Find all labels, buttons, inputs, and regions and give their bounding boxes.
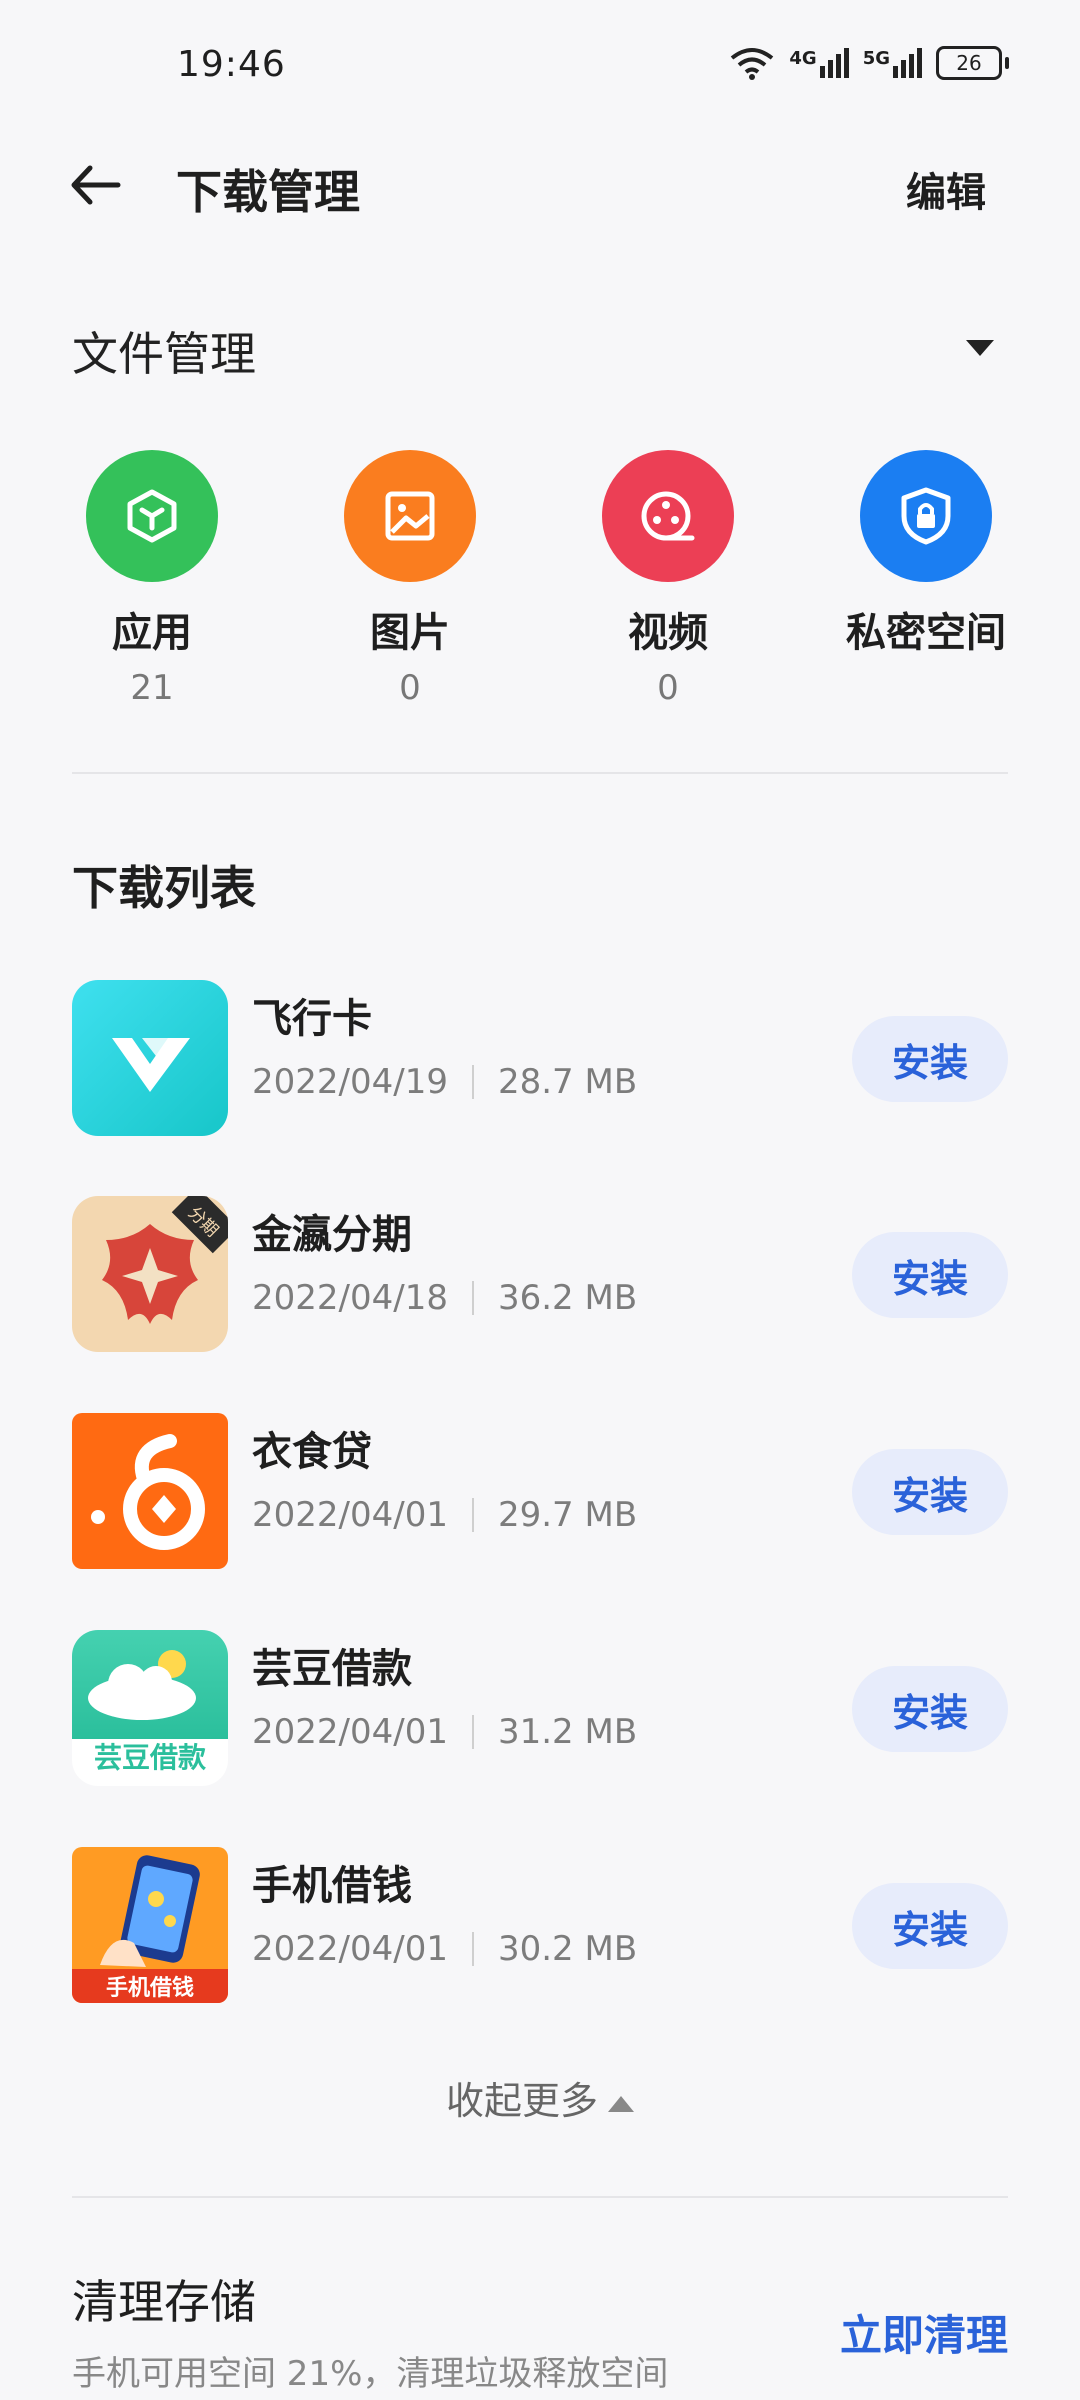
lock-shield-icon <box>860 450 992 582</box>
clean-now-button[interactable]: 立即清理 <box>840 2302 1008 2363</box>
app-meta: 2022/04/19 28.7 MB <box>252 1062 637 1102</box>
dropdown-caret-icon[interactable] <box>966 340 994 356</box>
download-date: 2022/04/01 <box>252 1712 448 1752</box>
signal-4g-icon: 4G <box>789 48 849 78</box>
file-management-title: 文件管理 <box>72 327 256 381</box>
download-date: 2022/04/18 <box>252 1278 448 1318</box>
storage-title: 清理存储 <box>72 2275 256 2329</box>
collapse-more-button[interactable]: 收起更多 <box>0 2070 1080 2125</box>
meta-separator <box>471 1498 474 1532</box>
meta-separator <box>471 1715 474 1749</box>
category-count: 0 <box>399 668 421 708</box>
category-label: 视频 <box>628 610 708 656</box>
category-label: 应用 <box>112 610 192 656</box>
battery-level: 26 <box>956 51 982 75</box>
download-date: 2022/04/19 <box>252 1062 448 1102</box>
app-meta: 2022/04/01 31.2 MB <box>252 1712 637 1752</box>
file-size: 28.7 MB <box>497 1062 638 1102</box>
category-apps[interactable]: 应用 21 <box>42 450 262 708</box>
category-label: 私密空间 <box>846 610 1006 656</box>
app-icon-text: 手机借钱 <box>72 1969 228 2003</box>
download-item[interactable]: 手机借钱 手机借钱 2022/04/01 30.2 MB 安装 <box>0 1847 1080 2007</box>
cube-icon <box>86 450 218 582</box>
top-bar: 下载管理 编辑 <box>0 140 1080 230</box>
download-date: 2022/04/01 <box>252 1929 448 1969</box>
download-list-title: 下载列表 <box>72 861 256 915</box>
signal-5g-icon: 5G <box>863 48 922 78</box>
install-button[interactable]: 安装 <box>852 1666 1008 1752</box>
network-5g-label: 5G <box>862 48 890 69</box>
category-private-space[interactable]: 私密空间 <box>816 450 1036 668</box>
install-button[interactable]: 安装 <box>852 1232 1008 1318</box>
app-icon-yishidai <box>72 1413 228 1569</box>
storage-description: 手机可用空间 21%，清理垃圾释放空间 <box>72 2354 669 2394</box>
file-size: 36.2 MB <box>497 1278 638 1318</box>
page-title: 下载管理 <box>176 165 360 219</box>
divider <box>72 772 1008 774</box>
triangle-up-icon <box>608 2095 634 2112</box>
file-size: 31.2 MB <box>497 1712 638 1752</box>
file-size: 29.7 MB <box>497 1495 638 1535</box>
install-button[interactable]: 安装 <box>852 1016 1008 1102</box>
app-icon-yundoujiekuan: 芸豆借款 <box>72 1630 228 1786</box>
install-button[interactable]: 安装 <box>852 1883 1008 1969</box>
app-icon-shoujijieqian: 手机借钱 <box>72 1847 228 2003</box>
meta-separator <box>471 1281 474 1315</box>
download-item[interactable]: 芸豆借款 芸豆借款 2022/04/01 31.2 MB 安装 <box>0 1630 1080 1790</box>
back-arrow-icon[interactable] <box>66 160 126 210</box>
file-category-row: 应用 21 图片 0 视频 0 私密空间 <box>0 450 1080 710</box>
edit-button[interactable]: 编辑 <box>906 160 986 218</box>
image-icon <box>344 450 476 582</box>
install-button[interactable]: 安装 <box>852 1449 1008 1535</box>
app-icon-text: 芸豆借款 <box>93 1741 206 1774</box>
category-count: 21 <box>130 668 174 708</box>
app-icon-feixingka <box>72 980 228 1136</box>
app-name: 衣食贷 <box>252 1429 372 1475</box>
app-meta: 2022/04/01 30.2 MB <box>252 1929 637 1969</box>
file-size: 30.2 MB <box>497 1929 638 1969</box>
category-videos[interactable]: 视频 0 <box>558 450 778 708</box>
wifi-icon <box>731 48 774 80</box>
battery-icon: 26 <box>936 46 1009 80</box>
status-time: 19:46 <box>177 44 286 85</box>
meta-separator <box>471 1065 474 1099</box>
app-name: 芸豆借款 <box>252 1646 412 1692</box>
status-bar: 19:46 4G 5G 26 <box>0 0 1080 130</box>
download-item[interactable]: 飞行卡 2022/04/19 28.7 MB 安装 <box>0 980 1080 1140</box>
download-item[interactable]: 分期 金瀛分期 2022/04/18 36.2 MB 安装 <box>0 1196 1080 1356</box>
category-images[interactable]: 图片 0 <box>300 450 520 708</box>
divider <box>72 2196 1008 2198</box>
app-name: 手机借钱 <box>252 1863 412 1909</box>
app-meta: 2022/04/01 29.7 MB <box>252 1495 637 1535</box>
category-count: 0 <box>657 668 679 708</box>
download-item[interactable]: 衣食贷 2022/04/01 29.7 MB 安装 <box>0 1413 1080 1573</box>
app-meta: 2022/04/18 36.2 MB <box>252 1278 637 1318</box>
status-icons: 4G 5G 26 <box>729 46 1009 80</box>
download-date: 2022/04/01 <box>252 1495 448 1535</box>
network-4g-label: 4G <box>789 48 817 69</box>
film-reel-icon <box>602 450 734 582</box>
collapse-label: 收起更多 <box>445 2079 598 2123</box>
category-label: 图片 <box>370 610 450 656</box>
meta-separator <box>471 1932 474 1966</box>
app-name: 飞行卡 <box>252 996 372 1042</box>
app-name: 金瀛分期 <box>252 1212 412 1258</box>
app-icon-jinyingfenqi: 分期 <box>72 1196 228 1352</box>
